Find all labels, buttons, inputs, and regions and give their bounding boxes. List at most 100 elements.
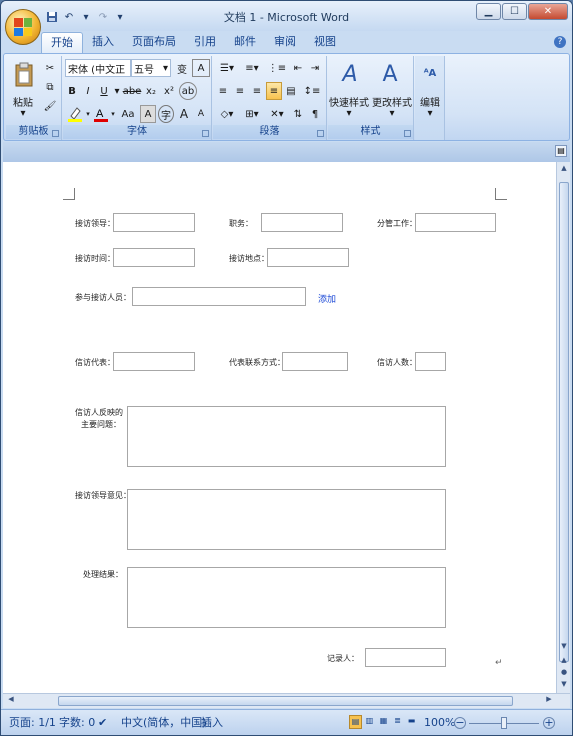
- scroll-left-icon[interactable]: ◀: [5, 695, 17, 707]
- result-textarea[interactable]: [127, 567, 446, 628]
- editing-button[interactable]: 编辑: [415, 94, 445, 109]
- insert-mode-indicator[interactable]: 插入: [201, 715, 223, 731]
- font-launcher-icon[interactable]: [202, 130, 209, 137]
- chinese-layout-icon[interactable]: ✕▾: [265, 105, 289, 123]
- line-spacing-icon[interactable]: ↕≡: [301, 82, 323, 100]
- underline-button[interactable]: U: [97, 82, 111, 100]
- multilevel-list-icon[interactable]: ⋮≡: [265, 59, 289, 77]
- tab-review[interactable]: 审阅: [265, 32, 305, 53]
- char-border-icon[interactable]: A: [192, 59, 210, 77]
- format-painter-icon[interactable]: 🖌: [42, 98, 58, 114]
- browse-object-icon[interactable]: ●: [558, 668, 570, 680]
- scroll-up-icon[interactable]: ▲: [558, 164, 570, 176]
- align-right-icon[interactable]: ≡: [249, 82, 265, 100]
- font-color-dropdown-icon[interactable]: ▾: [110, 105, 116, 123]
- justify-icon[interactable]: ≡: [266, 82, 282, 100]
- align-left-icon[interactable]: ≡: [215, 82, 231, 100]
- grow-font-button[interactable]: A: [176, 105, 192, 123]
- show-marks-icon[interactable]: ¶: [307, 105, 323, 123]
- char-shading-icon[interactable]: A: [140, 105, 156, 123]
- add-participant-link[interactable]: 添加: [318, 292, 336, 305]
- numbering-icon[interactable]: ≡▾: [240, 59, 264, 77]
- tab-mailings[interactable]: 邮件: [225, 32, 265, 53]
- distributed-icon[interactable]: ▤: [283, 82, 299, 100]
- paste-icon[interactable]: [12, 60, 36, 90]
- font-name-combo[interactable]: 宋体 (中文正: [65, 59, 131, 77]
- borders-icon[interactable]: ⊞▾: [240, 105, 264, 123]
- page-indicator[interactable]: 页面: 1/1: [9, 715, 56, 731]
- vertical-scrollbar[interactable]: ▲ ▼ ▲ ● ▼: [556, 162, 570, 693]
- work-area-field[interactable]: [415, 213, 496, 232]
- sort-icon[interactable]: ⇅: [290, 105, 306, 123]
- outline-icon[interactable]: ≣: [391, 715, 404, 729]
- office-button[interactable]: [5, 9, 41, 45]
- host-time-field[interactable]: [113, 248, 195, 267]
- quick-styles-dropdown-icon[interactable]: ▾: [344, 108, 354, 119]
- strikethrough-button[interactable]: abe: [123, 82, 142, 100]
- zoom-slider-thumb[interactable]: [501, 717, 507, 729]
- zoom-out-icon[interactable]: −: [454, 717, 466, 729]
- visitor-rep-field[interactable]: [113, 352, 195, 371]
- clear-format-icon[interactable]: 变: [173, 59, 191, 77]
- decrease-indent-icon[interactable]: ⇤: [290, 59, 306, 77]
- tab-page-layout[interactable]: 页面布局: [123, 32, 185, 53]
- shading-icon[interactable]: ◇▾: [215, 105, 239, 123]
- vertical-scroll-thumb[interactable]: [559, 182, 569, 662]
- zoom-in-icon[interactable]: +: [543, 717, 555, 729]
- subscript-button[interactable]: x₂: [143, 82, 159, 100]
- horizontal-scrollbar[interactable]: ◀ ▶: [3, 693, 570, 708]
- copy-icon[interactable]: ⧉: [42, 79, 58, 95]
- tab-references[interactable]: 引用: [185, 32, 225, 53]
- rep-contact-field[interactable]: [282, 352, 348, 371]
- phonetic-guide-icon[interactable]: ab: [179, 82, 197, 100]
- italic-button[interactable]: I: [81, 82, 95, 100]
- draft-icon[interactable]: ▬: [405, 715, 418, 729]
- zoom-level[interactable]: 100%: [424, 715, 455, 731]
- superscript-button[interactable]: x²: [161, 82, 177, 100]
- maximize-button[interactable]: ☐: [502, 3, 527, 20]
- enclose-char-icon[interactable]: 字: [158, 105, 174, 123]
- prev-page-icon[interactable]: ▲: [558, 656, 570, 668]
- shrink-font-button[interactable]: A: [193, 105, 209, 123]
- quick-styles-label[interactable]: 快速样式: [328, 94, 370, 109]
- participants-field[interactable]: [132, 287, 306, 306]
- paragraph-launcher-icon[interactable]: [317, 130, 324, 137]
- host-place-field[interactable]: [267, 248, 349, 267]
- font-color-icon[interactable]: A: [92, 105, 110, 123]
- styles-launcher-icon[interactable]: [404, 130, 411, 137]
- position-field[interactable]: [261, 213, 343, 232]
- align-center-icon[interactable]: ≡: [232, 82, 248, 100]
- bold-button[interactable]: B: [65, 82, 79, 100]
- clipboard-launcher-icon[interactable]: [52, 130, 59, 137]
- tab-view[interactable]: 视图: [305, 32, 345, 53]
- language-indicator[interactable]: 中文(简体，中国): [121, 715, 207, 731]
- find-icon[interactable]: ᴬA: [419, 62, 441, 84]
- word-count[interactable]: 字数: 0: [59, 715, 95, 731]
- recorder-field[interactable]: [365, 648, 446, 667]
- change-styles-label[interactable]: 更改样式: [370, 94, 414, 109]
- font-size-combo[interactable]: 五号 ▾: [131, 59, 171, 77]
- minimize-button[interactable]: ▁: [476, 3, 501, 20]
- quick-styles-icon[interactable]: A: [338, 60, 362, 88]
- highlight-dropdown-icon[interactable]: ▾: [85, 105, 91, 123]
- underline-dropdown-icon[interactable]: ▾: [113, 82, 121, 100]
- paste-label[interactable]: 粘贴: [8, 94, 38, 109]
- scroll-right-icon[interactable]: ▶: [543, 695, 555, 707]
- help-icon[interactable]: ?: [554, 36, 566, 48]
- tab-home[interactable]: 开始: [41, 32, 83, 53]
- visitor-count-field[interactable]: [415, 352, 446, 371]
- change-styles-icon[interactable]: A: [378, 60, 402, 88]
- editing-dropdown-icon[interactable]: ▾: [425, 108, 435, 119]
- change-styles-dropdown-icon[interactable]: ▾: [387, 108, 397, 119]
- close-button[interactable]: ✕: [528, 3, 568, 20]
- full-screen-reading-icon[interactable]: ▥: [363, 715, 376, 729]
- leader-opinion-textarea[interactable]: [127, 489, 446, 550]
- horizontal-scroll-thumb[interactable]: [58, 696, 513, 706]
- paste-dropdown-icon[interactable]: ▾: [18, 108, 28, 119]
- web-layout-icon[interactable]: ▦: [377, 715, 390, 729]
- issue-textarea[interactable]: [127, 406, 446, 467]
- ruler-toggle-icon[interactable]: ▤: [555, 145, 567, 157]
- spelling-check-icon[interactable]: ✔: [98, 715, 107, 731]
- tab-insert[interactable]: 插入: [83, 32, 123, 53]
- increase-indent-icon[interactable]: ⇥: [307, 59, 323, 77]
